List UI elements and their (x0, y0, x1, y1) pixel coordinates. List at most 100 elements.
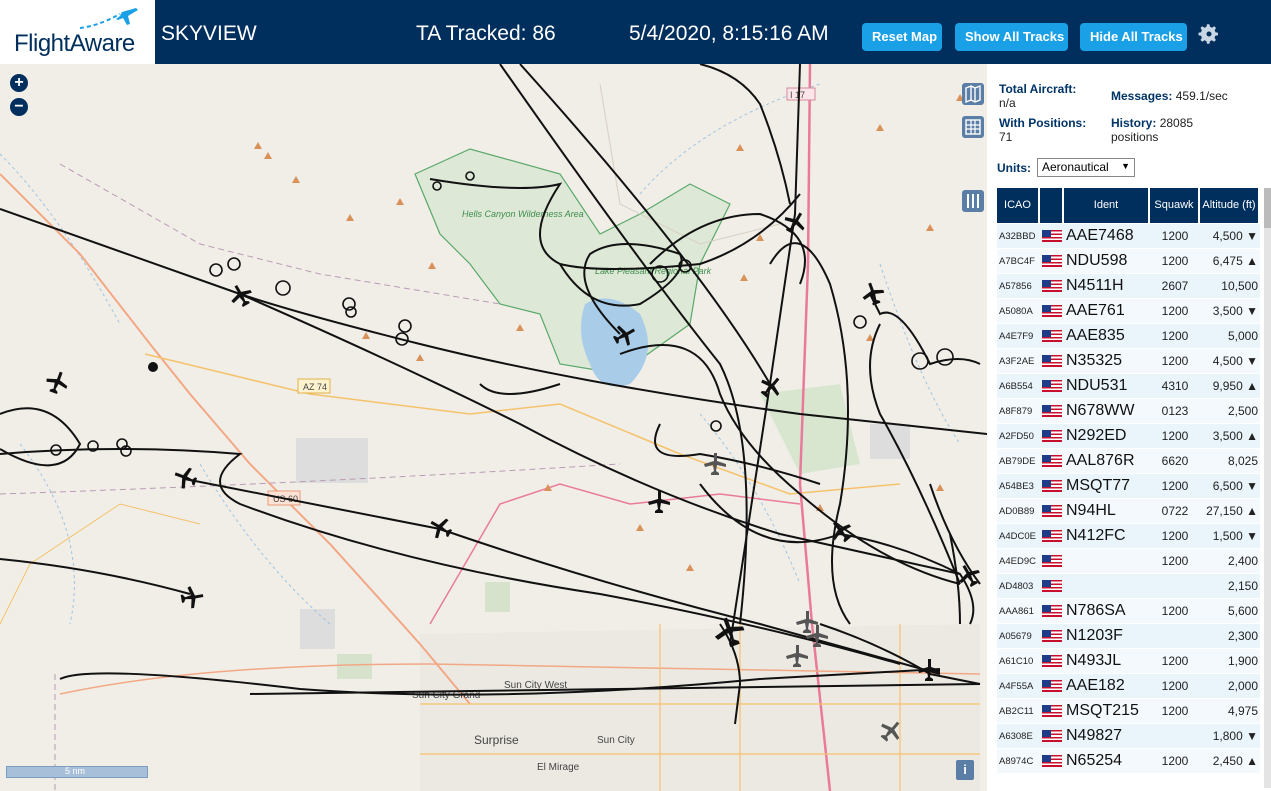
messages-stat: Messages: 459.1/sec (1111, 89, 1228, 103)
cell-flag (1040, 749, 1064, 773)
table-row[interactable]: AAA861 N786SA 1200 5,600 (997, 598, 1260, 623)
cell-ident: NDU598 (1066, 252, 1128, 269)
skyview-app: FlightAware SKYVIEW TA Tracked: 86 5/4/2… (0, 0, 1271, 791)
zoom-out-button[interactable]: − (10, 98, 28, 116)
cell-ident: AAE761 (1066, 302, 1125, 319)
cell-ident: N786SA (1066, 602, 1126, 619)
table-row[interactable]: A5080A AAE761 1200 3,500 ▼ (997, 298, 1260, 323)
us-flag-icon (1042, 755, 1062, 767)
show-all-tracks-button[interactable]: Show All Tracks (955, 23, 1068, 51)
grid-toggle-button[interactable] (962, 116, 984, 138)
top-header: FlightAware SKYVIEW TA Tracked: 86 5/4/2… (0, 0, 1271, 64)
table-row[interactable]: A32BBD AAE7468 1200 4,500 ▼ (997, 223, 1260, 248)
cell-icao: A57856 (999, 280, 1032, 292)
columns-toggle-button[interactable] (962, 190, 984, 212)
gray-block (870, 424, 910, 459)
label-wilderness: Hells Canyon Wilderness Area (462, 209, 584, 219)
table-row[interactable]: A4DC0E N412FC 1200 1,500 ▼ (997, 523, 1260, 548)
table-row[interactable]: A3F2AE N35325 1200 4,500 ▼ (997, 348, 1260, 373)
park-area (414, 148, 731, 375)
cell-squawk: 1200 (1161, 754, 1189, 768)
table-row[interactable]: A4ED9C 1200 2,400 (997, 548, 1260, 573)
cell-icao: A32BBD (999, 230, 1036, 242)
cell-ident: AAE7468 (1066, 227, 1134, 244)
cell-flag (1040, 699, 1064, 723)
cell-ident: N292ED (1066, 427, 1127, 444)
table-row[interactable]: A05679 N1203F 2,300 (997, 623, 1260, 648)
header-icao[interactable]: ICAO (997, 188, 1038, 223)
cell-icao: A54BE3 (999, 480, 1034, 492)
cell-ident: N412FC (1066, 527, 1126, 544)
zoom-in-button[interactable]: + (10, 74, 28, 92)
header-flag[interactable] (1040, 188, 1062, 223)
header-squawk[interactable]: Squawk (1150, 188, 1198, 223)
columns-icon (967, 194, 979, 208)
table-row[interactable]: A2FD50 N292ED 1200 3,500 ▲ (997, 423, 1260, 448)
cell-icao: A4F55A (999, 680, 1034, 692)
cell-squawk: 4310 (1161, 379, 1189, 393)
table-row[interactable]: A4F55A AAE182 1200 2,000 (997, 673, 1260, 698)
cell-flag (1040, 674, 1064, 698)
table-row[interactable]: A4E7F9 AAE835 1200 5,000 (997, 323, 1260, 348)
cell-ident: AAE182 (1066, 677, 1125, 694)
us-flag-icon (1042, 630, 1062, 642)
table-row[interactable]: A6308E N49827 1,800 ▼ (997, 723, 1260, 748)
scrollbar-thumb[interactable] (1264, 188, 1271, 228)
cell-flag (1040, 474, 1064, 498)
cell-icao: A4DC0E (999, 530, 1036, 542)
cell-icao: A05679 (999, 630, 1032, 642)
table-row[interactable]: A57856 N4511H 2607 10,500 (997, 273, 1260, 298)
cell-squawk (1150, 624, 1200, 648)
grid-icon (965, 119, 981, 135)
info-button[interactable]: i (956, 760, 974, 780)
table-row[interactable]: A6B554 NDU531 4310 9,950 ▲ (997, 373, 1260, 398)
cell-flag (1040, 574, 1064, 598)
us-flag-icon (1042, 580, 1062, 592)
units-label: Units: (997, 161, 1031, 175)
cell-altitude: 1,800 ▼ (1212, 729, 1258, 743)
scale-label: 5 nm (65, 766, 86, 776)
header-ident[interactable]: Ident (1064, 188, 1148, 223)
cell-flag (1040, 399, 1064, 423)
table-row[interactable]: AD4803 2,150 (997, 573, 1260, 598)
cell-icao: A8F879 (999, 405, 1033, 417)
cell-icao: AAA861 (999, 605, 1034, 617)
header-altitude[interactable]: Altitude (ft) (1200, 188, 1258, 223)
cell-altitude: 2,150 (1227, 579, 1258, 593)
cell-ident: N35325 (1066, 352, 1123, 369)
cell-squawk: 1200 (1161, 529, 1189, 543)
cell-altitude: 4,975 (1227, 704, 1258, 718)
cell-icao: AD4803 (999, 580, 1034, 592)
brand-name: FlightAware (14, 30, 135, 57)
gear-icon[interactable] (1197, 22, 1221, 46)
map-canvas[interactable]: Hells Canyon Wilderness Area Lake Pleasa… (0, 64, 987, 791)
table-row[interactable]: A54BE3 MSQT77 1200 6,500 ▼ (997, 473, 1260, 498)
green-block (485, 582, 510, 612)
table-row[interactable]: A61C10 N493JL 1200 1,900 (997, 648, 1260, 673)
us-flag-icon (1042, 280, 1062, 292)
map-layers-button[interactable] (962, 83, 984, 105)
cell-altitude: 2,000 (1227, 679, 1258, 693)
cell-squawk: 6620 (1161, 454, 1189, 468)
hide-all-tracks-button[interactable]: Hide All Tracks (1080, 23, 1187, 51)
aircraft-table: ICAO Ident Squawk Altitude (ft) A32BBD AA… (997, 188, 1260, 773)
table-row[interactable]: AD0B89 N94HL 0722 27,150 ▲ (997, 498, 1260, 523)
units-dropdown[interactable]: Aeronautical (1037, 158, 1135, 177)
cell-flag (1040, 449, 1064, 473)
reset-map-button[interactable]: Reset Map (862, 23, 942, 51)
table-row[interactable]: AB79DE AAL876R 6620 8,025 (997, 448, 1260, 473)
table-row[interactable]: AB2C11 MSQT215 1200 4,975 (997, 698, 1260, 723)
flightaware-logo[interactable]: FlightAware (0, 0, 155, 64)
table-row[interactable]: A8974C N65254 1200 2,450 ▲ (997, 748, 1260, 773)
map-view[interactable]: Hells Canyon Wilderness Area Lake Pleasa… (0, 64, 987, 791)
cell-squawk: 1200 (1161, 254, 1189, 268)
table-row[interactable]: A7BC4F NDU598 1200 6,475 ▲ (997, 248, 1260, 273)
units-selected: Aeronautical (1042, 160, 1109, 174)
cell-flag (1040, 599, 1064, 623)
table-scrollbar[interactable] (1264, 188, 1271, 788)
table-row[interactable]: A8F879 N678WW 0123 2,500 (997, 398, 1260, 423)
cell-altitude: 2,400 (1227, 554, 1258, 568)
cell-flag (1040, 724, 1064, 748)
us-flag-icon (1042, 555, 1062, 567)
cell-squawk (1150, 574, 1200, 598)
